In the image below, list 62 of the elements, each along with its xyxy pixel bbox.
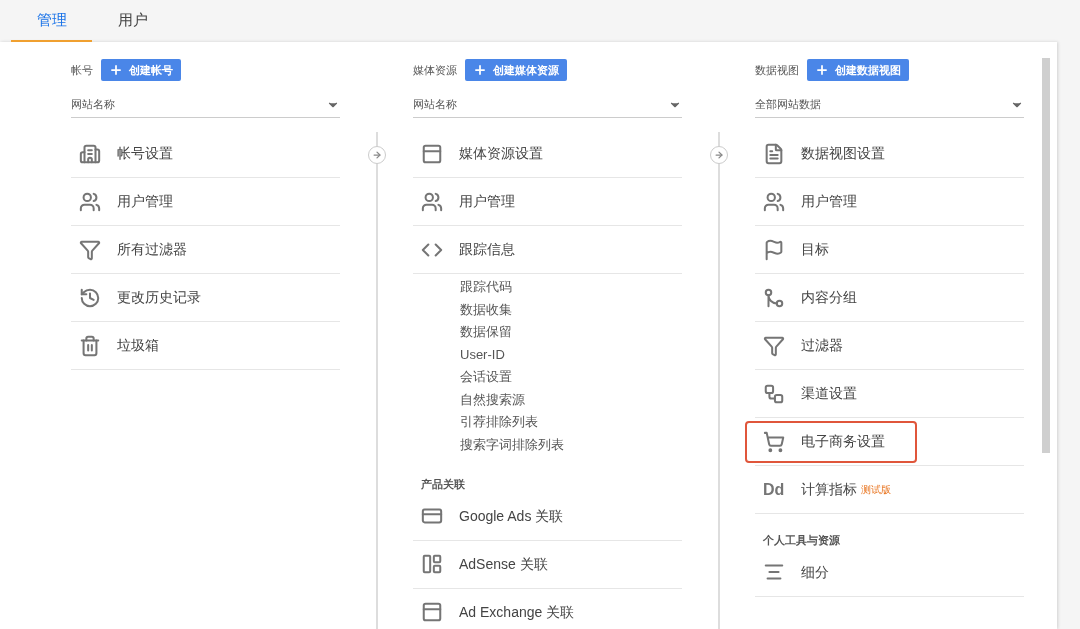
layout-icon [421,601,443,623]
cart-icon [763,430,785,453]
sub-menu-link[interactable]: 数据保留 [460,321,512,344]
sub-menu-link[interactable]: User-ID [460,343,505,366]
highlighted-item[interactable]: 电子商务设置 [745,420,917,463]
section-heading: 产品关联 [420,477,466,492]
menu-item[interactable]: Ad Exchange 关联 [413,591,575,629]
building-icon [79,142,101,165]
plus-icon [815,63,829,77]
dropdown[interactable]: 网站名称 [413,92,682,118]
plus-icon [109,63,123,77]
menu-item[interactable]: AdSense 关联 [413,543,548,585]
section-heading: 个人工具与资源 [762,533,841,548]
sub-menu-link[interactable]: 搜索字词排除列表 [460,433,564,456]
flow-icon [763,382,785,405]
menu-item[interactable]: 数据视图设置 [755,132,885,175]
users-icon [763,190,785,213]
beta-label: 测试版 [861,483,891,497]
filter-icon [763,334,785,357]
menu-item[interactable]: 帐号设置 [71,132,173,175]
column-label: 帐号 [71,62,93,78]
trash-icon [79,334,101,357]
menu-item[interactable]: 跟踪信息 [413,228,515,271]
create-button[interactable]: 创建媒体资源 [465,59,567,81]
column-label: 媒体资源 [413,62,457,78]
plus-icon [473,63,487,77]
layout-icon [421,553,443,575]
sub-menu-link[interactable]: 跟踪代码 [460,276,512,299]
menu-item[interactable]: Dd 计算指标 测试版 [755,468,891,511]
flag-icon [763,238,785,261]
layout-icon [421,142,443,165]
menu-item[interactable]: 垃圾箱 [71,324,159,367]
sub-menu-link[interactable]: 数据收集 [460,298,512,321]
users-icon [79,190,101,213]
sub-menu-link[interactable]: 引荐排除列表 [460,411,538,434]
users-icon [421,190,443,213]
metric-icon: Dd [763,477,785,502]
merge-icon [763,286,785,309]
menu-item[interactable]: 用户管理 [413,180,515,223]
dropdown[interactable]: 网站名称 [71,92,340,118]
document-icon [763,142,785,165]
create-button[interactable]: 创建数据视图 [807,59,909,81]
history-icon [79,286,101,309]
create-button[interactable]: 创建帐号 [101,59,181,81]
sub-menu-link[interactable]: 会话设置 [460,366,512,389]
menu-item[interactable]: 用户管理 [71,180,173,223]
scrollbar[interactable] [1042,58,1050,453]
filter-icon [79,238,101,261]
menu-item[interactable]: 渠道设置 [755,372,857,415]
menu-item[interactable]: 过滤器 [755,324,843,367]
column-label: 数据视图 [755,62,799,78]
menu-item[interactable]: 目标 [755,228,829,271]
menu-item[interactable]: 内容分组 [755,276,857,319]
menu-item[interactable]: 所有过滤器 [71,228,187,271]
tab[interactable]: 用户 [92,0,173,42]
menu-item[interactable]: 细分 [755,551,829,593]
menu-item[interactable]: 用户管理 [755,180,857,223]
menu-item[interactable]: Google Ads 关联 [413,495,564,537]
dropdown[interactable]: 全部网站数据 [755,92,1024,118]
menu-item[interactable]: 媒体资源设置 [413,132,543,175]
sub-menu-link[interactable]: 自然搜索源 [460,388,525,411]
menu-item[interactable]: 更改历史记录 [71,276,201,319]
